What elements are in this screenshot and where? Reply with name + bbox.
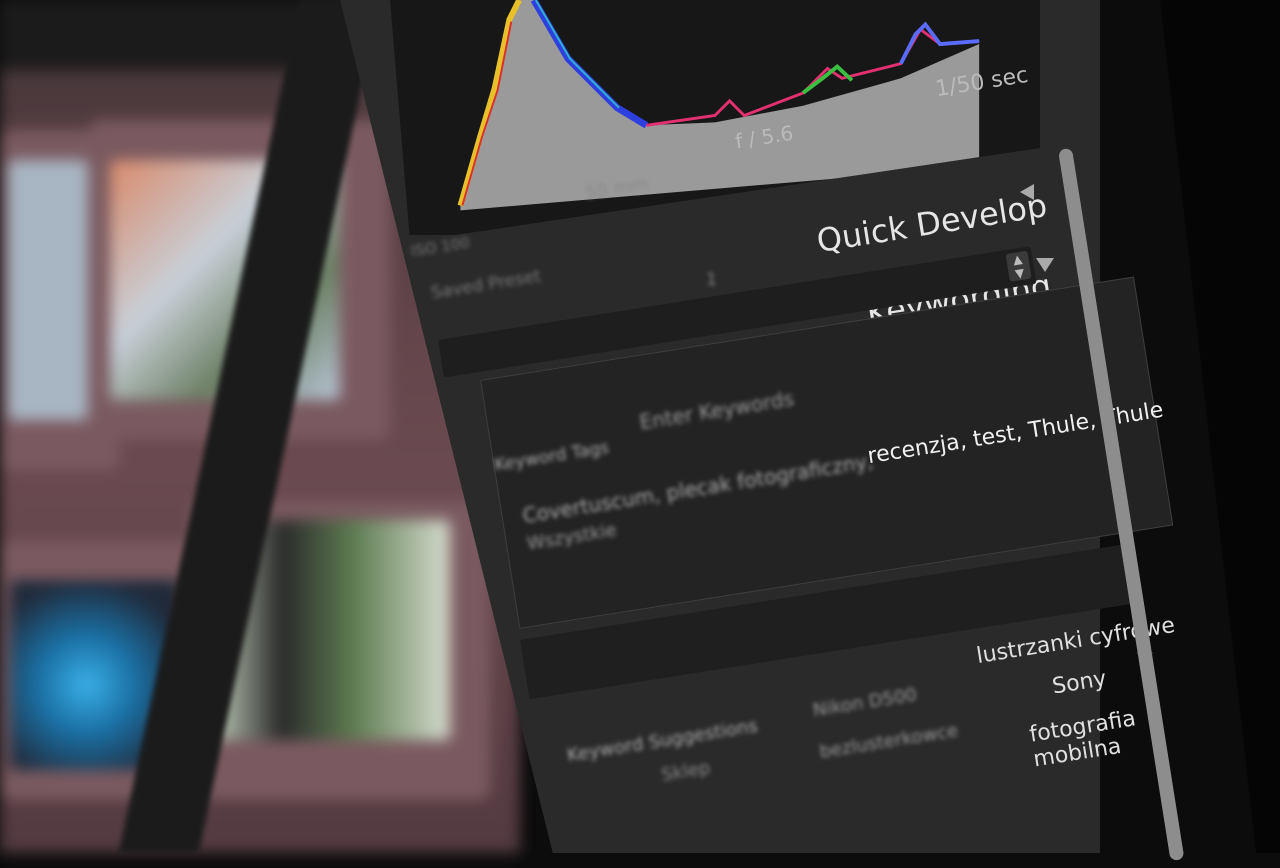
suggestion-bezlusterkowce[interactable]: bezlusterkowce	[818, 720, 959, 763]
keyword-input-placeholder[interactable]: Enter Keywords	[638, 386, 796, 434]
stepper-icon[interactable]: ▲ ▼	[1005, 250, 1032, 282]
suggestion-fotografia[interactable]: fotografia mobilna	[1028, 692, 1233, 772]
suggestion-nikon[interactable]: Nikon D500	[812, 684, 919, 721]
keyword-tags-label: Keyword Tags	[493, 437, 611, 476]
thumb-image	[8, 160, 88, 420]
collapse-left-icon[interactable]	[1020, 184, 1034, 200]
expand-down-icon[interactable]	[1036, 258, 1054, 272]
keyword-suggestions-title: Keyword Suggestions	[565, 715, 760, 767]
suggestion-sony[interactable]: Sony	[1051, 666, 1109, 699]
saved-preset-count: 1	[706, 270, 717, 290]
suggestion-sklep[interactable]: Sklep	[660, 757, 712, 785]
